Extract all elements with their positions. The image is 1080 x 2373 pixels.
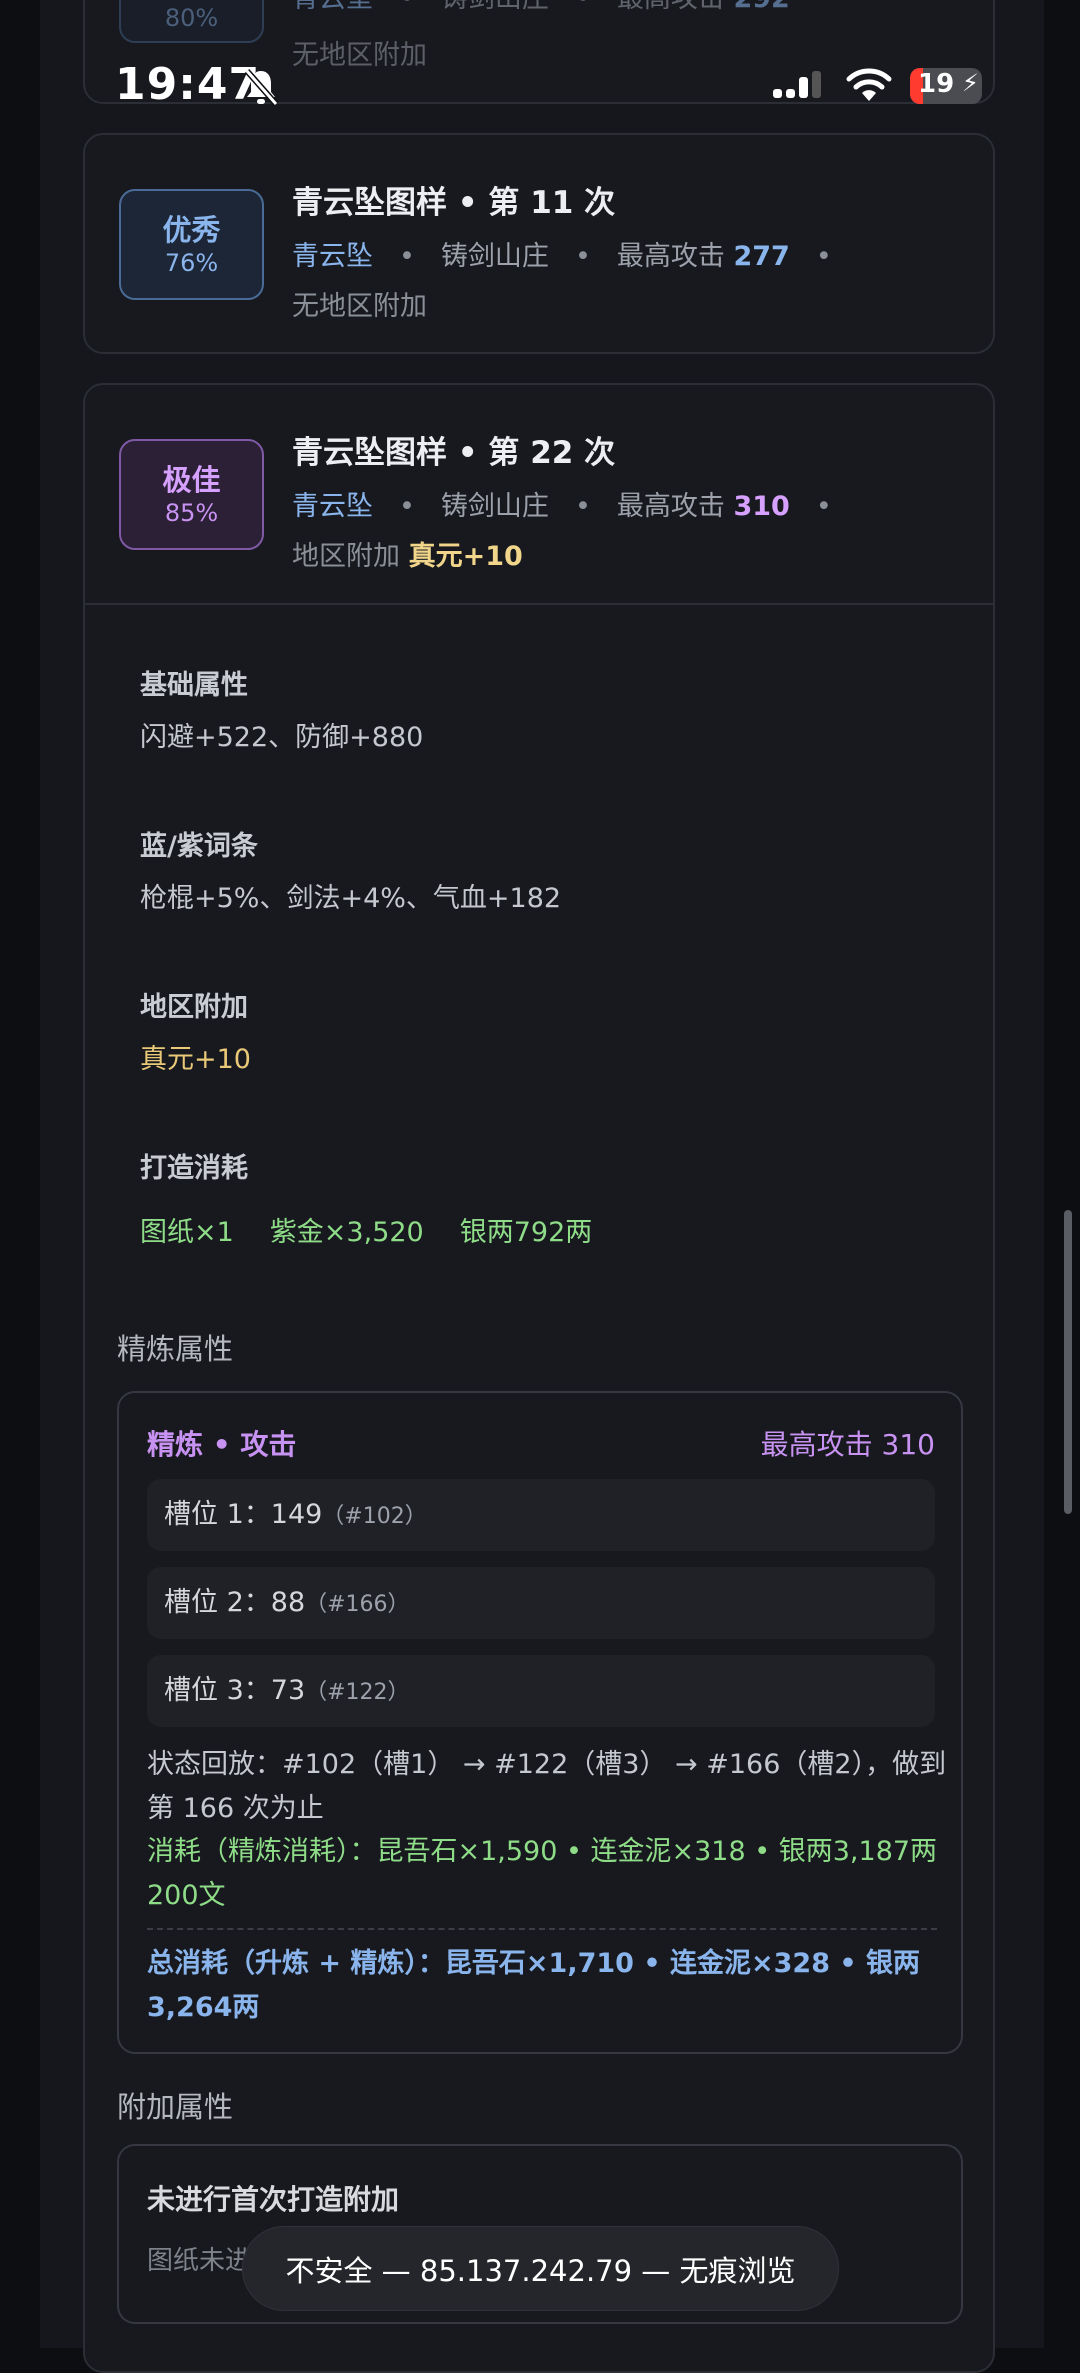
silent-bell-icon bbox=[244, 69, 279, 106]
refine-slot: 槽位 2：88（#166） bbox=[147, 1567, 935, 1639]
affix-value: 枪棍+5%、剑法+4%、气血+182 bbox=[140, 883, 562, 914]
cost-item: 银两792两 bbox=[459, 1217, 593, 1248]
url-text: 不安全 — 85.137.242.79 — 无痕浏览 bbox=[285, 2253, 796, 2288]
refine-max: 最高攻击 310 bbox=[760, 1428, 935, 1461]
addon-desc: 图纸未进 bbox=[147, 2246, 252, 2276]
base-attr-title: 基础属性 bbox=[140, 670, 248, 701]
card-meta: 青云坠 • 铸剑山庄 • 最高攻击 310 • bbox=[292, 491, 832, 522]
refine-slot: 槽位 3：73（#122） bbox=[147, 1655, 935, 1727]
quality-badge: 极佳 85% bbox=[119, 439, 264, 550]
quality-label: 极佳 bbox=[162, 462, 221, 497]
refine-slot: 槽位 1：149（#102） bbox=[147, 1479, 935, 1551]
dashed-divider bbox=[147, 1928, 937, 1930]
charging-bolt-icon: ⚡ bbox=[962, 69, 979, 97]
status-time: 19:47 bbox=[115, 59, 261, 110]
card-meta: 青云坠 • 铸剑山庄 • 最高攻击 277 • bbox=[292, 241, 832, 272]
region-bonus-title: 地区附加 bbox=[140, 992, 248, 1023]
craft-cost-items: 图纸×1 紫金×3,520 银两792两 bbox=[140, 1210, 592, 1249]
refine-heading: 精炼属性 bbox=[117, 1332, 234, 1366]
equipment-card[interactable]: 优秀 76% 青云坠图样 • 第 11 次 青云坠 • 铸剑山庄 • 最高攻击 277 •… bbox=[83, 133, 995, 354]
browser-url-pill[interactable]: 不安全 — 85.137.242.79 — 无痕浏览 bbox=[242, 2226, 839, 2311]
affix-title: 蓝/紫词条 bbox=[140, 831, 258, 862]
card-extra: 地区附加 真元+10 bbox=[292, 541, 523, 572]
wifi-icon bbox=[846, 68, 892, 101]
refine-consume: 消耗（精炼消耗）：昆吾石×1,590 • 连金泥×318 • 银两3,187两2… bbox=[147, 1836, 938, 1911]
quality-badge: 优秀 76% bbox=[119, 189, 264, 300]
card-title: 青云坠图样 • 第 11 次 bbox=[292, 185, 616, 221]
craft-cost-title: 打造消耗 bbox=[140, 1153, 248, 1184]
card-title: 青云坠图样 • 第 22 次 bbox=[292, 435, 616, 471]
addon-heading: 附加属性 bbox=[117, 2090, 234, 2124]
scrollbar[interactable] bbox=[1064, 1210, 1072, 1514]
status-bar: 19:47 19 ⚡ bbox=[0, 0, 1080, 110]
refine-total: 总消耗（升炼 + 精炼）：昆吾石×1,710 • 连金泥×328 • 银两3,2… bbox=[147, 1948, 921, 2023]
refine-replay: 状态回放：#102（槽1） → #122（槽3） → #166（槽2），做到第 … bbox=[147, 1749, 947, 1824]
cellular-signal-icon bbox=[773, 71, 821, 98]
cost-item: 图纸×1 bbox=[140, 1217, 234, 1248]
quality-percent: 85% bbox=[164, 498, 219, 527]
refine-panel: 精炼 • 攻击 最高攻击 310 槽位 1：149（#102） 槽位 2：88（… bbox=[117, 1391, 963, 2054]
refine-title: 精炼 • 攻击 bbox=[147, 1428, 297, 1461]
quality-percent: 76% bbox=[164, 248, 219, 277]
card-extra: 无地区附加 bbox=[292, 291, 427, 322]
divider bbox=[85, 603, 993, 605]
region-bonus-value: 真元+10 bbox=[140, 1044, 251, 1075]
cost-item: 紫金×3,520 bbox=[269, 1217, 424, 1248]
addon-title: 未进行首次打造附加 bbox=[147, 2183, 400, 2216]
battery-indicator: 19 ⚡ bbox=[910, 68, 982, 104]
quality-label: 优秀 bbox=[162, 212, 221, 247]
base-attr-value: 闪避+522、防御+880 bbox=[140, 722, 424, 753]
